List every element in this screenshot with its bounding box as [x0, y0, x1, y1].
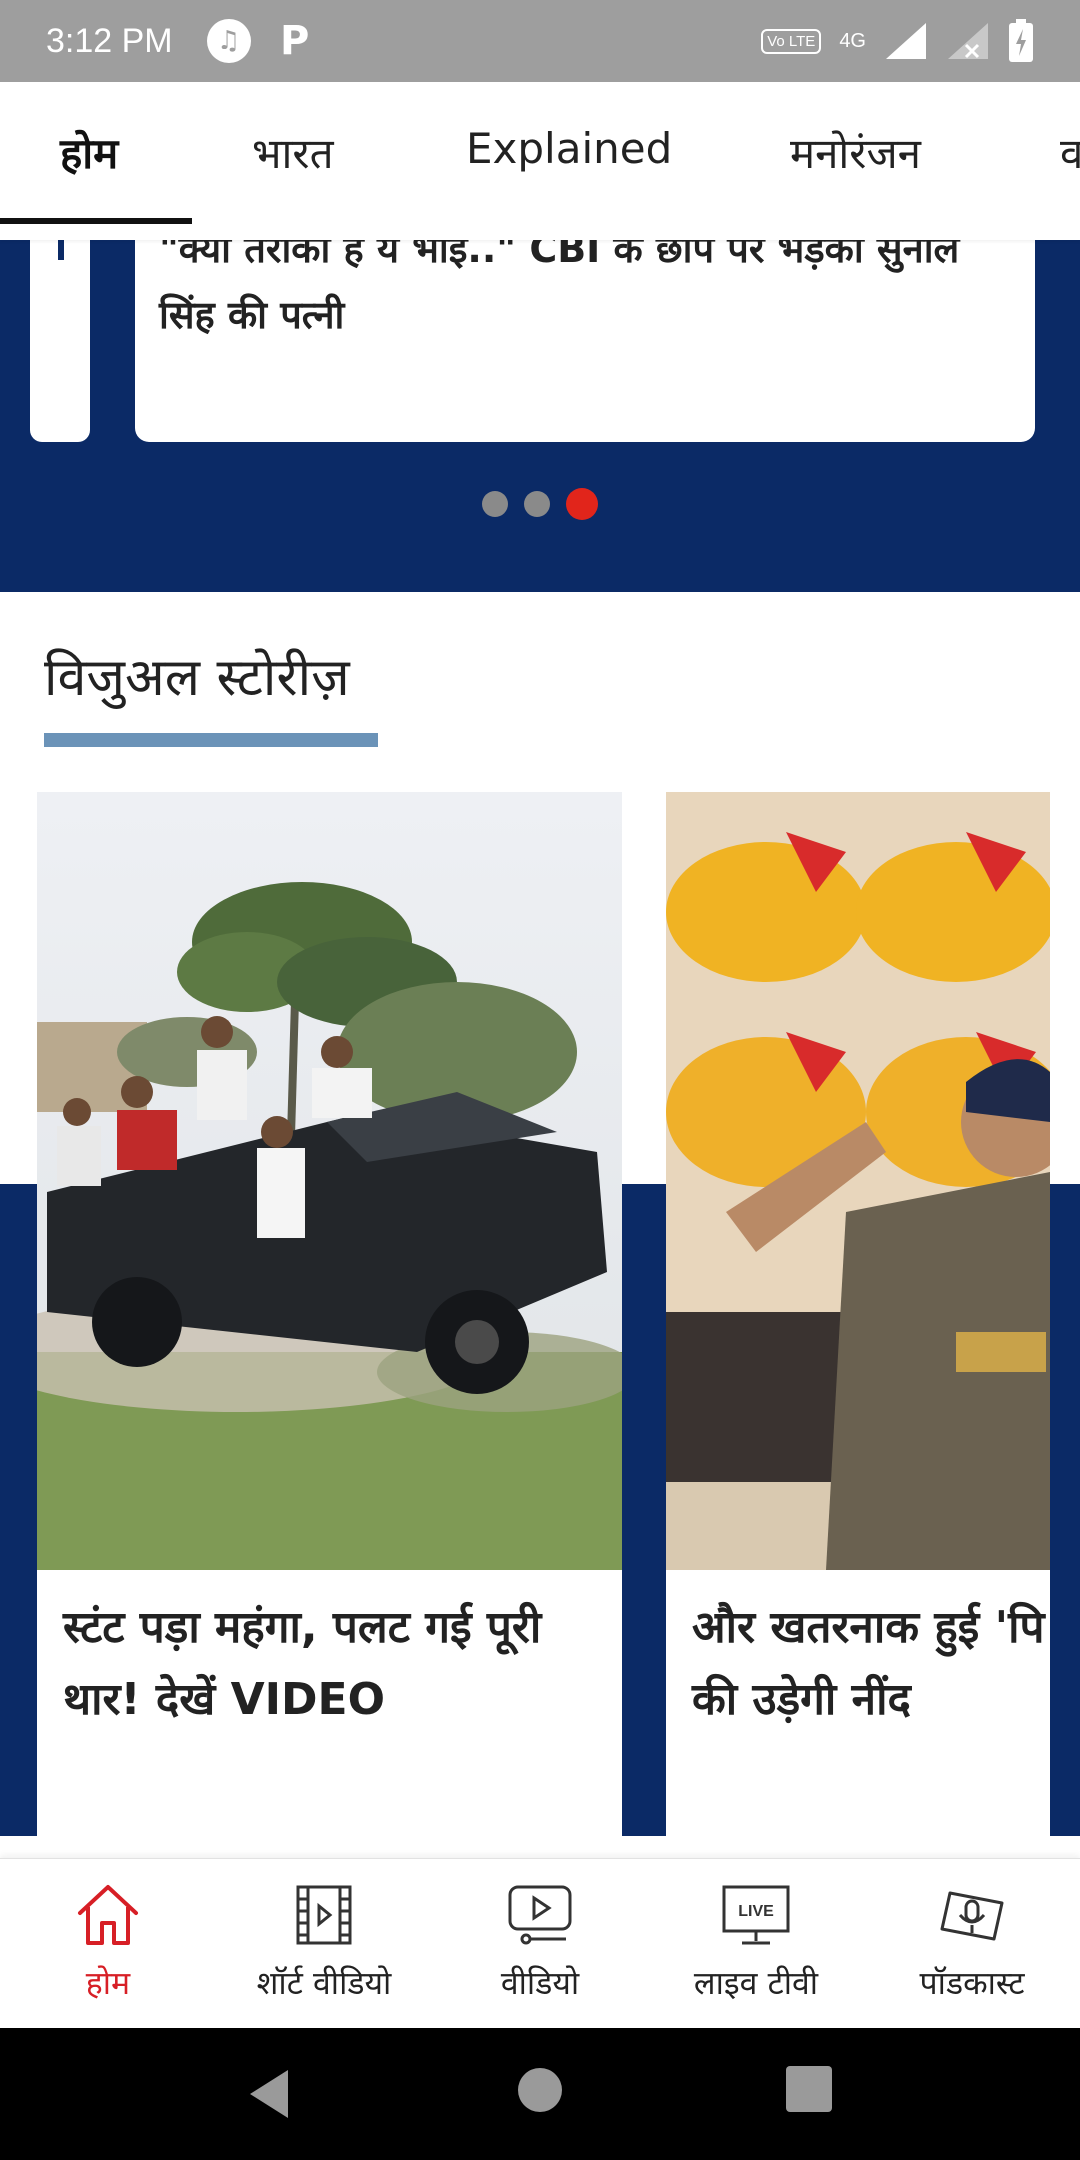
active-tab-indicator — [0, 218, 192, 224]
section-title-underline — [44, 733, 378, 747]
status-right-icons: Vo LTE 4G — [761, 19, 1034, 63]
podcast-icon — [940, 1891, 1004, 1941]
film-strip-icon — [296, 1885, 352, 1945]
story-image-thar-stunt — [37, 792, 622, 1570]
nav-label: पॉडकास्ट — [919, 1964, 1025, 2002]
bottom-navigation: होम शॉर्ट वीडियो वीडियो LIVE लाइव टीवी प… — [0, 1858, 1080, 2028]
system-navigation-bar — [0, 2028, 1080, 2160]
nav-item-home[interactable]: होम — [0, 1879, 216, 2004]
carousel-indicator — [0, 488, 1080, 520]
volte-icon: Vo LTE — [761, 28, 822, 54]
signal-no-sim-icon — [948, 23, 988, 59]
tab-more-partial[interactable]: व — [1060, 124, 1080, 181]
home-button-icon[interactable] — [516, 2066, 564, 2114]
top-news-carousel: "क्या तरीका है ये भाई.." CBI के छापे पर … — [0, 240, 1080, 592]
tab-explained[interactable]: Explained — [466, 124, 672, 173]
home-icon — [78, 1885, 138, 1945]
nav-label: लाइव टीवी — [693, 1964, 819, 2002]
story-caption: स्टंट पड़ा महंगा, पलट गई पूरी थार! देखें… — [63, 1592, 622, 1736]
peek-card-edge — [58, 240, 64, 260]
story-caption-text: स्टंट पड़ा महंगा, पलट गई पूरी थार! देखें… — [63, 1602, 542, 1725]
section-title-visual-stories: विजुअल स्टोरीज़ — [44, 648, 350, 708]
live-tv-icon: LIVE — [722, 1885, 790, 1945]
carousel-dot[interactable] — [482, 491, 508, 517]
story-caption: और खतरनाक हुई 'पि दुश्मनों की उड़ेगी नीं… — [692, 1592, 1050, 1736]
nav-item-podcast[interactable]: पॉडकास्ट — [864, 1879, 1080, 2004]
music-icon: ♫ — [206, 19, 251, 63]
tab-entertainment[interactable]: मनोरंजन — [790, 124, 921, 181]
recents-icon[interactable] — [786, 2066, 832, 2112]
video-play-icon — [508, 1885, 572, 1945]
tab-india[interactable]: भारत — [252, 124, 334, 181]
carousel-dot-active[interactable] — [566, 488, 598, 520]
previous-card-peek[interactable] — [30, 240, 90, 442]
status-app-icons: ♫ P — [206, 18, 317, 64]
battery-icon — [1009, 19, 1033, 62]
nav-label: वीडियो — [500, 1964, 580, 2002]
category-tab-bar: होम भारत Explained मनोरंजन व — [0, 82, 1080, 240]
svg-text:LIVE: LIVE — [738, 1903, 774, 1920]
p-icon: P — [279, 18, 310, 64]
screen: 3:12 PM ♫ P Vo LTE 4G होम भारत Explained… — [0, 0, 1080, 2160]
back-icon[interactable] — [244, 2066, 294, 2122]
news-card[interactable]: "क्या तरीका है ये भाई.." CBI के छापे पर … — [135, 240, 1035, 442]
story-card[interactable]: और खतरनाक हुई 'पि दुश्मनों की उड़ेगी नीं… — [666, 792, 1050, 1836]
nav-item-live-tv[interactable]: LIVE लाइव टीवी — [648, 1879, 864, 2004]
status-bar: 3:12 PM ♫ P Vo LTE 4G — [0, 0, 1080, 82]
missile-soldier-illustration — [666, 792, 1050, 1570]
nav-label: शॉर्ट वीडियो — [256, 1964, 392, 2002]
nav-label: होम — [85, 1964, 131, 2002]
story-caption-text: और खतरनाक हुई 'पि दुश्मनों की उड़ेगी नीं… — [692, 1602, 1050, 1725]
signal-icon — [886, 23, 926, 59]
carousel-dot[interactable] — [524, 491, 550, 517]
thar-stunt-illustration — [37, 792, 622, 1570]
story-image-missile-soldier — [666, 792, 1050, 1570]
nav-item-short-video[interactable]: शॉर्ट वीडियो — [216, 1879, 432, 2004]
news-card-headline: "क्या तरीका है ये भाई.." CBI के छापे पर … — [159, 240, 960, 337]
tab-home[interactable]: होम — [60, 124, 118, 181]
network-type-label: 4G — [839, 29, 866, 52]
nav-item-video[interactable]: वीडियो — [432, 1879, 648, 2004]
status-time: 3:12 PM — [46, 21, 173, 60]
story-card[interactable]: स्टंट पड़ा महंगा, पलट गई पूरी थार! देखें… — [37, 792, 622, 1836]
